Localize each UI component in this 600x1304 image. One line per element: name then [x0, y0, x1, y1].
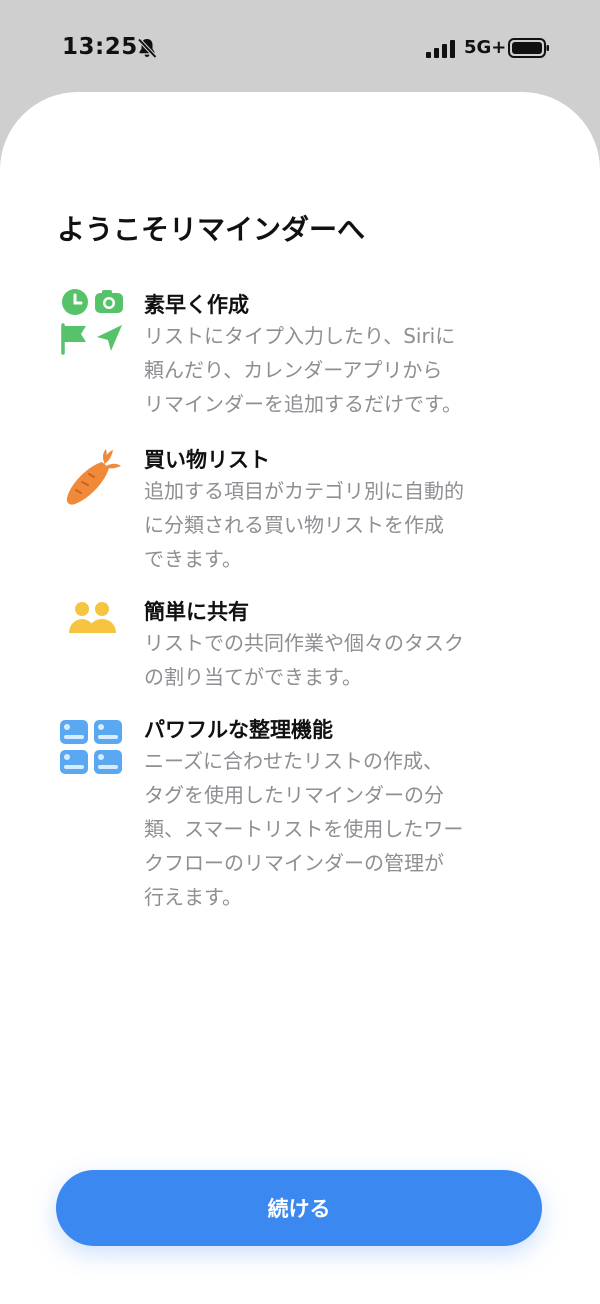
feature-description: ニーズに合わせたリストの作成、 タグを使用したリマインダーの分 類、スマートリス… — [144, 749, 464, 909]
status-bar: 13:25 5G+ — [0, 0, 600, 92]
feature-title: パワフルな整理機能 — [144, 718, 333, 742]
people-icon — [69, 602, 116, 633]
feature-description: 追加する項目がカテゴリ別に自動的 に分類される買い物リストを作成 できます。 — [144, 479, 464, 571]
feature-title: 買い物リスト — [144, 448, 270, 472]
carrot-icon — [66, 449, 121, 505]
reminder-tools-icon — [61, 289, 123, 355]
network-type-label: 5G+ — [464, 37, 507, 58]
battery-icon — [508, 38, 549, 58]
cellular-signal-icon — [426, 40, 455, 58]
feature-description: リストでの共同作業や個々のタスク の割り当てができます。 — [144, 631, 464, 689]
continue-button[interactable]: 続ける — [56, 1170, 542, 1246]
welcome-sheet: ようこそリマインダーへ 素早く作成 リストにタイプ入力したり、Siriに 頼んだ… — [0, 92, 600, 1304]
feature-title: 簡単に共有 — [144, 600, 249, 624]
status-time: 13:25 — [62, 34, 138, 60]
welcome-title: ようこそリマインダーへ — [57, 213, 366, 246]
bell-slash-icon — [137, 38, 157, 59]
feature-title: 素早く作成 — [144, 293, 249, 317]
lists-grid-icon — [60, 720, 122, 774]
feature-description: リストにタイプ入力したり、Siriに 頼んだり、カレンダーアプリから リマインダ… — [144, 324, 462, 416]
